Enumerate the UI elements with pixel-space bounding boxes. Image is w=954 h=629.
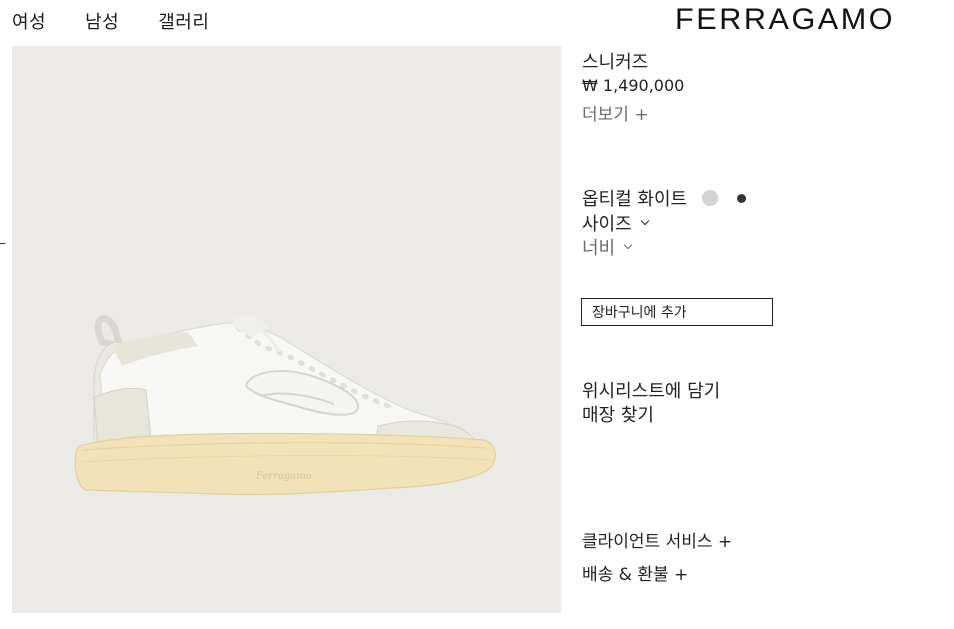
chevron-down-icon [623,240,633,250]
sneaker-illustration: Ferragamo [74,315,496,496]
find-store-link[interactable]: 매장 찾기 [582,401,654,427]
shipping-returns-toggle[interactable]: 배송 & 환불 + [582,560,688,585]
add-to-wishlist-link[interactable]: 위시리스트에 담기 [582,377,720,403]
more-details-link[interactable]: 더보기 + [582,100,649,125]
width-label: 너비 [582,238,616,259]
add-to-cart-button[interactable]: 장바구니에 추가 [581,298,773,326]
color-name: 옵티컬 화이트 [582,189,688,210]
width-selector[interactable]: 너비 [582,234,633,260]
size-label: 사이즈 [582,214,632,235]
product-price: ₩ 1,490,000 [582,76,685,95]
chevron-down-icon [640,216,649,226]
size-selector[interactable]: 사이즈 [582,210,649,236]
client-service-toggle[interactable]: 클라이언트 서비스 + [582,527,732,552]
nav-item-men[interactable]: 남성 [85,8,119,34]
product-name: 스니커즈 [582,52,649,73]
swatch-light-gray-icon[interactable] [702,190,719,206]
main-nav: 여성 남성 갤러리 [12,8,248,34]
swatch-black-icon[interactable] [737,193,747,203]
edge-divider [0,243,5,244]
nav-item-women[interactable]: 여성 [12,8,46,34]
color-selector: 옵티컬 화이트 [582,185,747,211]
brand-logo[interactable]: FERRAGAMO [675,3,895,37]
sole-logo-text: Ferragamo [255,471,312,482]
product-image[interactable]: Ferragamo [12,46,561,613]
nav-item-gallery[interactable]: 갤러리 [158,8,209,34]
